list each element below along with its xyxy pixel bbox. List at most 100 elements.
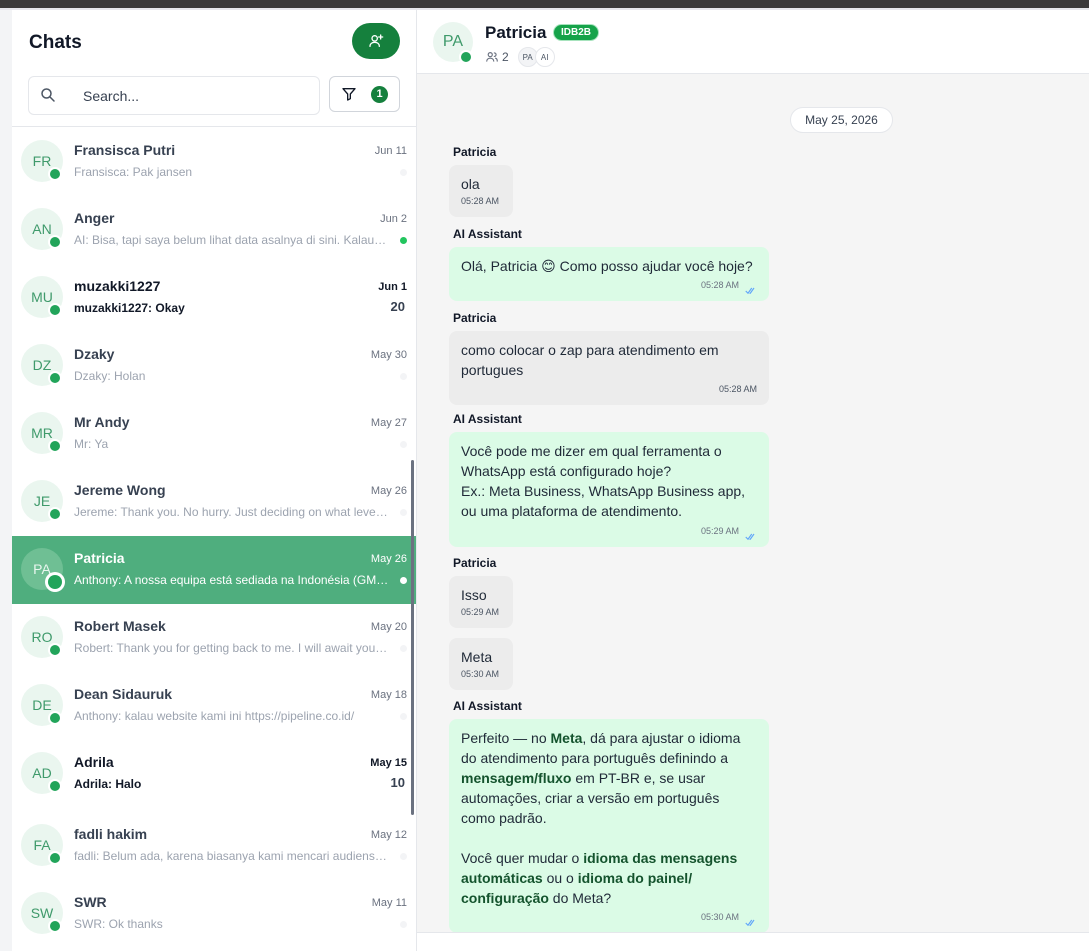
message-bold-text: idioma do painel/ [577,870,693,886]
conversation-panel: PA Patricia IDB2B 2 PA AI May 25, 2026 P… [417,10,1089,951]
message-bubble: Perfeito — no Meta, dá para ajustar o id… [449,719,769,933]
message-bubble: Meta 05:30 AM [449,638,513,690]
chat-name: Adrila [74,754,114,770]
search-icon [41,88,55,102]
participant-count: 2 [502,50,509,64]
status-dot [400,441,407,448]
chat-preview: muzakki1227: Okay [74,301,185,315]
chat-date: May 15 [370,757,407,769]
message-text: como padrão. [461,810,547,826]
chat-list-item[interactable]: DE Dean Sidauruk May 18 Anthony: kalau w… [12,672,416,740]
message-bold-text: mensagem/fluxo [461,770,572,786]
chat-list-item[interactable]: FA fadli hakim May 12 fadli: Belum ada, … [12,812,416,880]
chat-list: FR Fransisca Putri Jun 11 Fransisca: Pak… [12,128,416,948]
chat-date: May 11 [371,897,407,909]
message-bubble: como colocar o zap para atendimento em p… [449,331,769,405]
message-sender: AI Assistant [453,227,522,241]
unread-count: 10 [390,775,405,790]
message-text: Olá, Patricia 😊 Como posso ajudar você h… [461,258,753,274]
message-text: do atendimento para português definindo … [461,750,728,766]
message-sender: Patricia [453,556,497,570]
chat-preview: AI: Bisa, tapi saya belum lihat data asa… [74,233,389,247]
contact-name[interactable]: Patricia [485,23,546,43]
message-sender: AI Assistant [453,699,522,713]
message-text: ou o [542,870,578,886]
double-check-icon [745,533,755,541]
chat-list-item[interactable]: FR Fransisca Putri Jun 11 Fransisca: Pak… [12,128,416,196]
message-text: , dá para ajustar o idioma [582,730,741,746]
status-dot [400,509,407,516]
chat-list-item[interactable]: SW SWR May 11 SWR: Ok thanks [12,880,416,948]
chat-name: Patricia [74,550,125,566]
message-sender: Patricia [453,311,497,325]
chat-name: SWR [74,894,107,910]
chat-preview: SWR: Ok thanks [74,917,163,931]
message-text: Isso [461,587,487,603]
date-separator: May 25, 2026 [790,107,893,133]
chat-date: May 20 [370,621,407,633]
users-icon [486,52,498,62]
chat-date: Jun 11 [374,145,407,157]
status-dot [400,713,407,720]
status-dot [400,853,407,860]
chat-preview: Dzaky: Holan [74,369,146,383]
chat-preview: Anthony: A nossa equipa está sediada na … [74,573,389,587]
message-text: como colocar o zap para atendimento em [461,342,719,358]
chat-preview: Robert: Thank you for getting back to me… [74,641,389,655]
chat-name: Anger [74,210,115,226]
filter-button[interactable]: 1 [329,76,400,112]
chat-date: May 26 [370,553,407,565]
chat-name: muzakki1227 [74,278,161,294]
whatsapp-icon [48,779,62,793]
message-composer[interactable] [417,932,1089,951]
chat-name: Dzaky [74,346,115,362]
chat-preview: Mr: Ya [74,437,109,451]
chat-date: May 30 [370,349,407,361]
sidebar-title: Chats [29,32,82,53]
chat-list-item[interactable]: MU muzakki1227 Jun 1 muzakki1227: Okay 2… [12,264,416,332]
new-chat-button[interactable] [352,23,400,59]
chat-list-item[interactable]: AN Anger Jun 2 AI: Bisa, tapi saya belum… [12,196,416,264]
participants[interactable]: 2 PA AI [485,47,555,67]
whatsapp-icon [48,711,62,725]
message-text: Meta [461,649,493,665]
message-bold-text: idioma das mensagens [583,850,738,866]
chat-list-item[interactable]: JE Jereme Wong May 26 Jereme: Thank you.… [12,468,416,536]
contact-tag-badge[interactable]: IDB2B [553,24,600,41]
message-text: automações, criar a versão em português [461,790,720,806]
message-time: 05:28 AM [700,280,739,290]
chat-list-item-active[interactable]: PA Patricia May 26 Anthony: A nossa equi… [12,536,416,604]
chat-list-scrollbar[interactable] [411,460,414,815]
message-time: 05:29 AM [700,526,739,536]
message-sender: Patricia [453,145,497,159]
chat-preview: Jereme: Thank you. No hurry. Just decidi… [74,505,389,519]
double-check-icon [745,287,755,295]
message-bubble: ola 05:28 AM [449,165,513,217]
chat-list-item[interactable]: DZ Dzaky May 30 Dzaky: Holan [12,332,416,400]
add-user-icon [369,34,384,47]
conversation-header: PA Patricia IDB2B 2 PA AI [417,10,1089,74]
chat-date: Jun 1 [378,281,407,293]
whatsapp-icon [459,50,473,64]
message-text: Ex.: Meta Business, WhatsApp Business ap… [461,483,746,499]
chat-list-item[interactable]: AD Adrila May 15 Adrila: Halo 10 [12,740,416,812]
chat-name: Robert Masek [74,618,166,634]
status-dot [400,577,407,584]
whatsapp-icon [48,851,62,865]
window-top-bar [0,0,1089,10]
whatsapp-icon [48,919,62,933]
chat-date: May 26 [370,485,407,497]
message-text: em PT-BR e, se usar [571,770,706,786]
participant-avatar: AI [534,47,555,67]
whatsapp-icon [45,572,65,592]
message-text: Você pode me dizer em qual ferramenta o [461,443,722,459]
search-input[interactable] [65,77,321,114]
message-time: 05:29 AM [461,607,500,617]
chat-name: Jereme Wong [74,482,166,498]
message-time: 05:28 AM [461,196,500,206]
whatsapp-icon [48,235,62,249]
status-dot [400,645,407,652]
chat-sidebar: Chats 1 FR Fransisca Putri Jun 11 Fransi… [12,10,417,951]
chat-list-item[interactable]: RO Robert Masek May 20 Robert: Thank you… [12,604,416,672]
chat-list-item[interactable]: MR Mr Andy May 27 Mr: Ya [12,400,416,468]
